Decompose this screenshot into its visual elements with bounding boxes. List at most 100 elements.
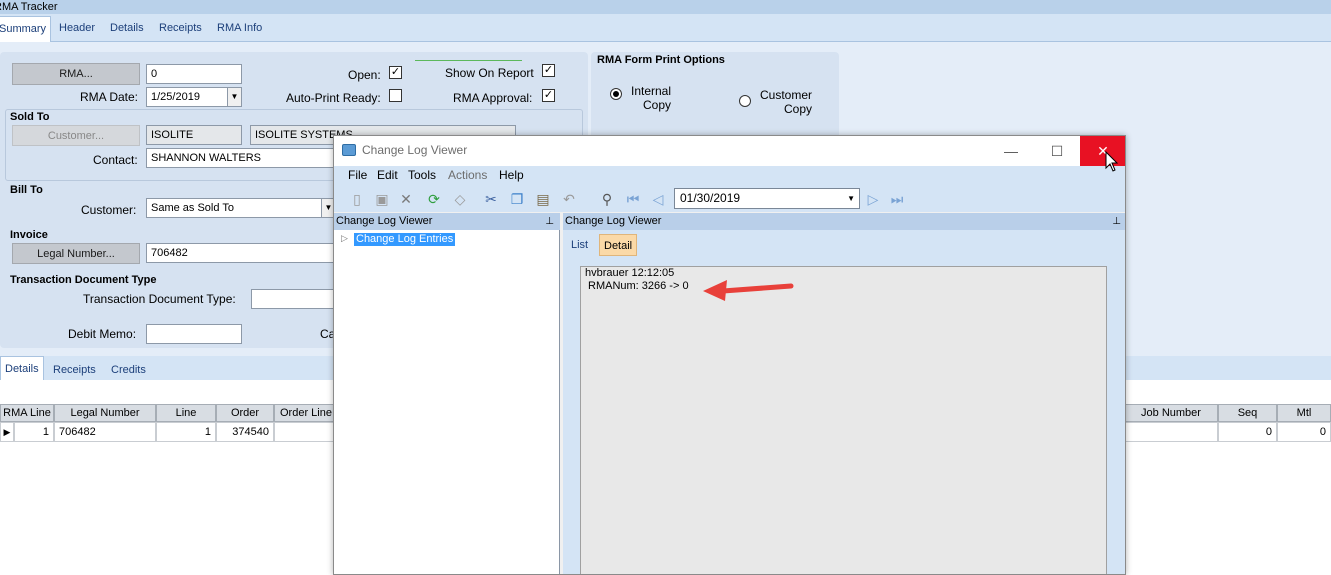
- cut-icon[interactable]: ✂: [482, 190, 500, 208]
- internal-copy-radio[interactable]: [610, 88, 622, 100]
- log-change: RMANum: 3266 -> 0: [588, 280, 689, 292]
- app-title-bar: RMA Tracker: [0, 0, 1331, 14]
- pin-icon[interactable]: ⊥: [545, 213, 554, 230]
- cell-order[interactable]: 374540: [216, 422, 274, 442]
- dialog-title: Change Log Viewer: [362, 143, 468, 157]
- bill-customer-label: Customer:: [81, 203, 137, 217]
- auto-print-checkbox[interactable]: [389, 89, 402, 102]
- col-line[interactable]: Line: [156, 404, 216, 422]
- col-order[interactable]: Order: [216, 404, 274, 422]
- legal-number-field[interactable]: 706482: [146, 243, 336, 263]
- rma-date-label: RMA Date:: [80, 90, 139, 104]
- menu-file[interactable]: File: [348, 168, 367, 182]
- refresh-icon[interactable]: ⟳: [425, 190, 443, 208]
- binoculars-icon[interactable]: ⚲: [598, 190, 616, 208]
- next-record-icon[interactable]: ▷: [864, 190, 882, 208]
- first-record-icon[interactable]: ⏮: [624, 190, 642, 208]
- transaction-doc-type-label: Transaction Document Type:: [83, 292, 236, 306]
- customer-copy-line1: Customer: [760, 88, 813, 102]
- debit-memo-field[interactable]: [146, 324, 242, 344]
- contact-field[interactable]: SHANNON WALTERS: [146, 148, 336, 168]
- undo-icon[interactable]: ↶: [560, 190, 578, 208]
- col-mtl[interactable]: Mtl: [1277, 404, 1331, 422]
- menu-tools[interactable]: Tools: [408, 168, 436, 182]
- tab-rma-info[interactable]: RMA Info: [217, 16, 262, 40]
- tab-receipts[interactable]: Receipts: [159, 16, 202, 40]
- row-indicator-icon: ▶: [0, 422, 14, 442]
- cell-mtl[interactable]: 0: [1277, 422, 1331, 442]
- chevron-down-icon[interactable]: ▼: [847, 189, 855, 208]
- tab-summary[interactable]: Summary: [0, 16, 52, 42]
- right-pane-header: Change Log Viewer ⊥: [563, 213, 1125, 230]
- col-legal-number[interactable]: Legal Number: [54, 404, 156, 422]
- pin-icon[interactable]: ⊥: [1112, 213, 1121, 230]
- internal-copy-line2: Copy: [643, 98, 672, 112]
- last-record-icon[interactable]: ⏭: [888, 190, 906, 208]
- previous-record-icon[interactable]: ◁: [649, 190, 667, 208]
- bill-customer-value: Same as Sold To: [151, 202, 234, 214]
- save-icon[interactable]: ▣: [373, 190, 391, 208]
- cell-job-number[interactable]: [1124, 422, 1218, 442]
- debit-memo-label: Debit Memo:: [68, 327, 137, 341]
- eraser-icon[interactable]: ◇: [451, 190, 469, 208]
- subtab-details[interactable]: Details: [0, 356, 44, 380]
- tree-item-change-log-entries[interactable]: Change Log Entries: [354, 233, 456, 246]
- rma-approval-checkbox[interactable]: ✓: [542, 89, 555, 102]
- menu-edit[interactable]: Edit: [377, 168, 398, 182]
- bill-customer-select[interactable]: Same as Sold To ▼: [146, 198, 336, 218]
- maximize-icon[interactable]: ☐: [1034, 136, 1080, 166]
- rma-date-field[interactable]: 1/25/2019 ▼: [146, 87, 242, 107]
- menu-actions[interactable]: Actions: [448, 168, 487, 182]
- annotation-arrow-icon: [703, 280, 794, 301]
- tree-pane: [334, 230, 560, 574]
- cell-line[interactable]: 1: [156, 422, 216, 442]
- date-value: 01/30/2019: [680, 191, 741, 205]
- rma-button[interactable]: RMA...: [12, 63, 140, 85]
- tab-list[interactable]: List: [571, 234, 588, 256]
- menu-help[interactable]: Help: [499, 168, 524, 182]
- show-on-report-label: Show On Report: [445, 66, 534, 80]
- cell-legal-number[interactable]: 706482: [54, 422, 156, 442]
- paste-icon[interactable]: ▤: [534, 190, 552, 208]
- new-icon[interactable]: ▯: [348, 190, 366, 208]
- cell-order-line[interactable]: [274, 422, 338, 442]
- open-checkbox[interactable]: ✓: [389, 66, 402, 79]
- internal-copy-line1: Internal: [631, 84, 672, 98]
- expand-icon[interactable]: ▷: [341, 233, 348, 244]
- minimize-icon[interactable]: —: [988, 136, 1034, 166]
- delete-icon[interactable]: ✕: [397, 190, 415, 208]
- bill-to-title: Bill To: [10, 184, 43, 196]
- tab-header[interactable]: Header: [59, 16, 95, 40]
- col-job-number[interactable]: Job Number: [1124, 404, 1218, 422]
- show-on-report-checkbox[interactable]: ✓: [542, 64, 555, 77]
- subtab-credits[interactable]: Credits: [111, 358, 146, 382]
- customer-copy-radio[interactable]: [739, 95, 751, 107]
- subtab-receipts[interactable]: Receipts: [53, 358, 96, 382]
- change-log-dialog: Change Log Viewer — ☐ ✕ File Edit Tools …: [333, 135, 1126, 575]
- transaction-doc-type-field[interactable]: [251, 289, 336, 309]
- customer-id-field[interactable]: ISOLITE: [146, 125, 242, 145]
- date-select[interactable]: 01/30/2019 ▼: [674, 188, 860, 209]
- tab-details[interactable]: Details: [110, 16, 144, 40]
- rma-number-field[interactable]: 0: [146, 64, 242, 84]
- contact-label: Contact:: [93, 153, 138, 167]
- cell-rma-line[interactable]: 1: [14, 422, 54, 442]
- left-pane-title: Change Log Viewer: [336, 215, 433, 227]
- chevron-down-icon[interactable]: ▼: [227, 88, 241, 106]
- col-order-line[interactable]: Order Line: [274, 404, 338, 422]
- legal-number-button[interactable]: Legal Number...: [12, 243, 140, 264]
- log-user-time: hvbrauer 12:12:05: [585, 267, 675, 279]
- detail-text-box[interactable]: hvbrauer 12:12:05 RMANum: 3266 -> 0: [580, 266, 1107, 574]
- tab-detail[interactable]: Detail: [599, 234, 638, 256]
- auto-print-label: Auto-Print Ready:: [286, 91, 381, 105]
- col-seq[interactable]: Seq: [1218, 404, 1277, 422]
- customer-button[interactable]: Customer...: [12, 125, 140, 146]
- internal-copy-label: Internal Copy: [631, 84, 671, 112]
- cursor-icon: [1105, 151, 1119, 172]
- cell-seq[interactable]: 0: [1218, 422, 1277, 442]
- col-rma-line[interactable]: RMA Line: [0, 404, 54, 422]
- app-icon: [342, 144, 356, 156]
- copy-icon[interactable]: ❐: [508, 190, 526, 208]
- rma-date-value: 1/25/2019: [151, 91, 200, 103]
- invoice-title: Invoice: [10, 229, 48, 241]
